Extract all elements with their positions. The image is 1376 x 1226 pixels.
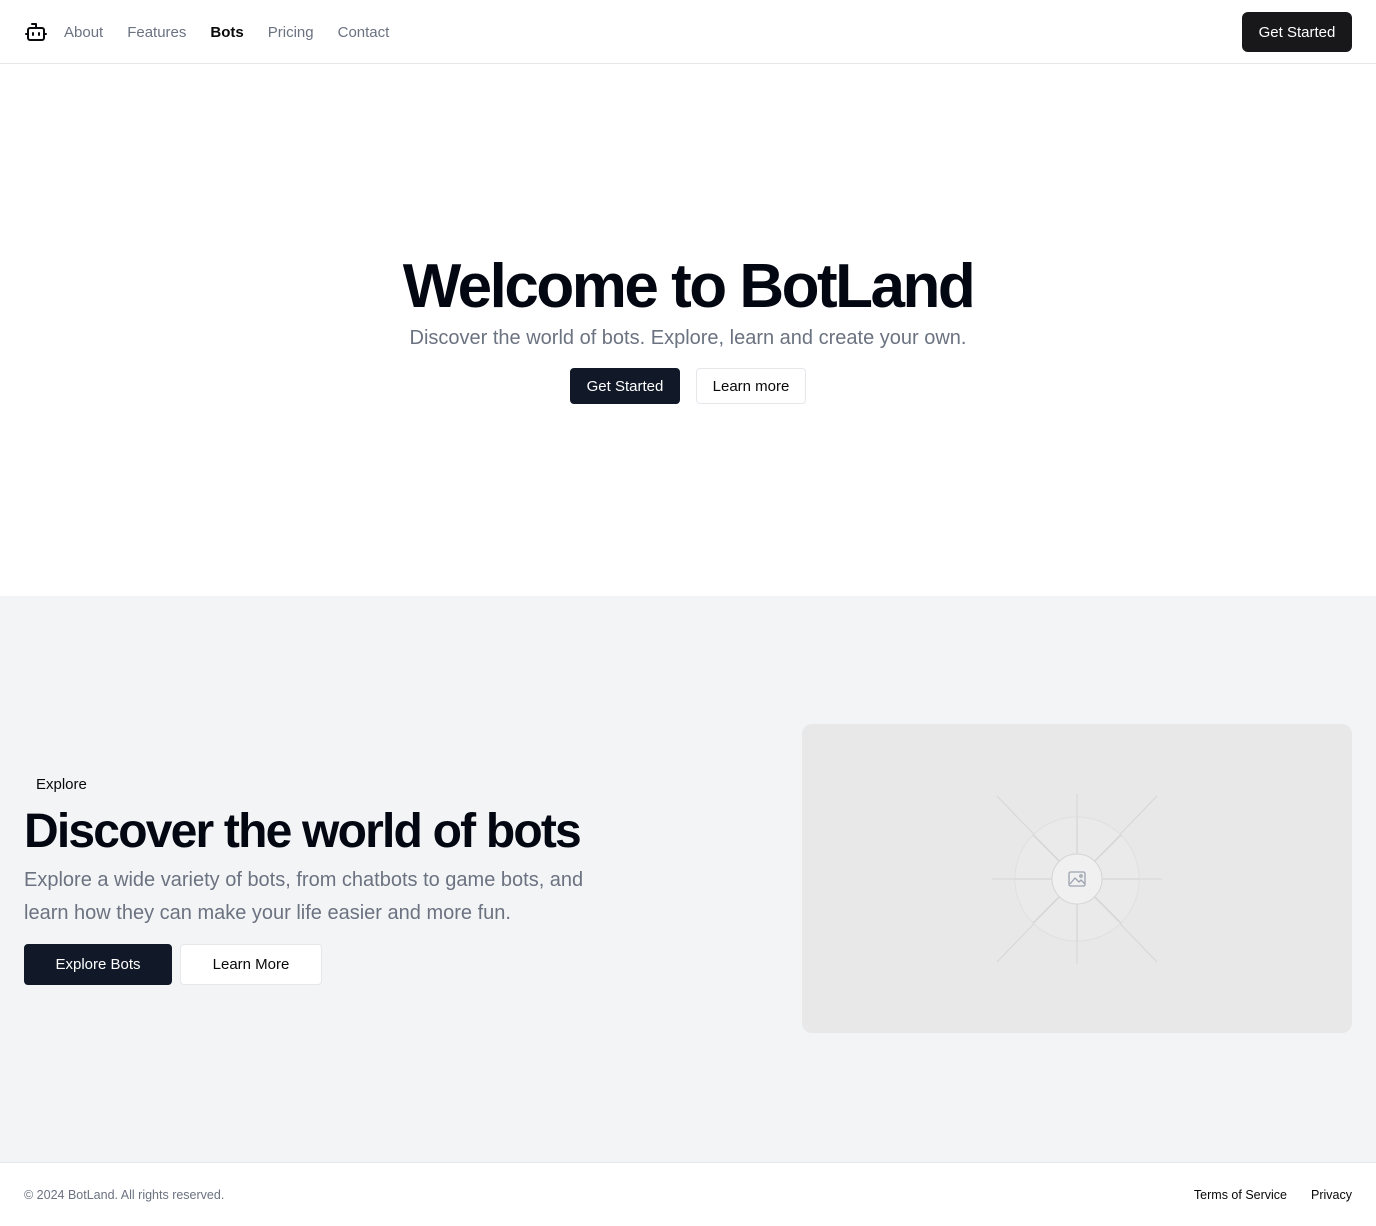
image-placeholder-icon xyxy=(992,794,1162,964)
explore-buttons: Explore Bots Learn More xyxy=(24,944,322,985)
nav-contact[interactable]: Contact xyxy=(338,24,390,41)
explore-description: Explore a wide variety of bots, from cha… xyxy=(24,869,584,924)
hero-learn-more-button[interactable]: Learn more xyxy=(696,368,806,404)
footer-links: Terms of Service Privacy xyxy=(1194,1187,1352,1203)
terms-of-service-link[interactable]: Terms of Service xyxy=(1194,1187,1287,1203)
hero-section: Welcome to BotLand Discover the world of… xyxy=(0,64,1376,596)
hero-subtitle: Discover the world of bots. Explore, lea… xyxy=(409,327,967,349)
nav-features[interactable]: Features xyxy=(127,24,186,41)
site-footer: © 2024 BotLand. All rights reserved. Ter… xyxy=(0,1162,1376,1226)
hero-buttons: Get Started Learn more xyxy=(0,368,1376,404)
nav-bots[interactable]: Bots xyxy=(210,24,243,41)
hero-title: Welcome to BotLand xyxy=(402,252,976,321)
image-placeholder xyxy=(802,724,1352,1033)
bot-icon[interactable] xyxy=(24,20,48,44)
explore-section: Explore Discover the world of bots Explo… xyxy=(0,596,1376,1162)
explore-title: Discover the world of bots xyxy=(24,805,582,858)
explore-tag: Explore xyxy=(36,776,87,793)
hero-get-started-button[interactable]: Get Started xyxy=(570,368,680,404)
nav-about[interactable]: About xyxy=(64,24,103,41)
site-header: About Features Bots Pricing Contact Get … xyxy=(0,0,1376,64)
privacy-link[interactable]: Privacy xyxy=(1311,1187,1352,1203)
main-nav: About Features Bots Pricing Contact xyxy=(64,0,389,64)
explore-bots-button[interactable]: Explore Bots xyxy=(24,944,172,985)
explore-learn-more-button[interactable]: Learn More xyxy=(180,944,322,985)
copyright-text: © 2024 BotLand. All rights reserved. xyxy=(24,1188,225,1202)
header-get-started-button[interactable]: Get Started xyxy=(1242,12,1352,52)
nav-pricing[interactable]: Pricing xyxy=(268,24,314,41)
